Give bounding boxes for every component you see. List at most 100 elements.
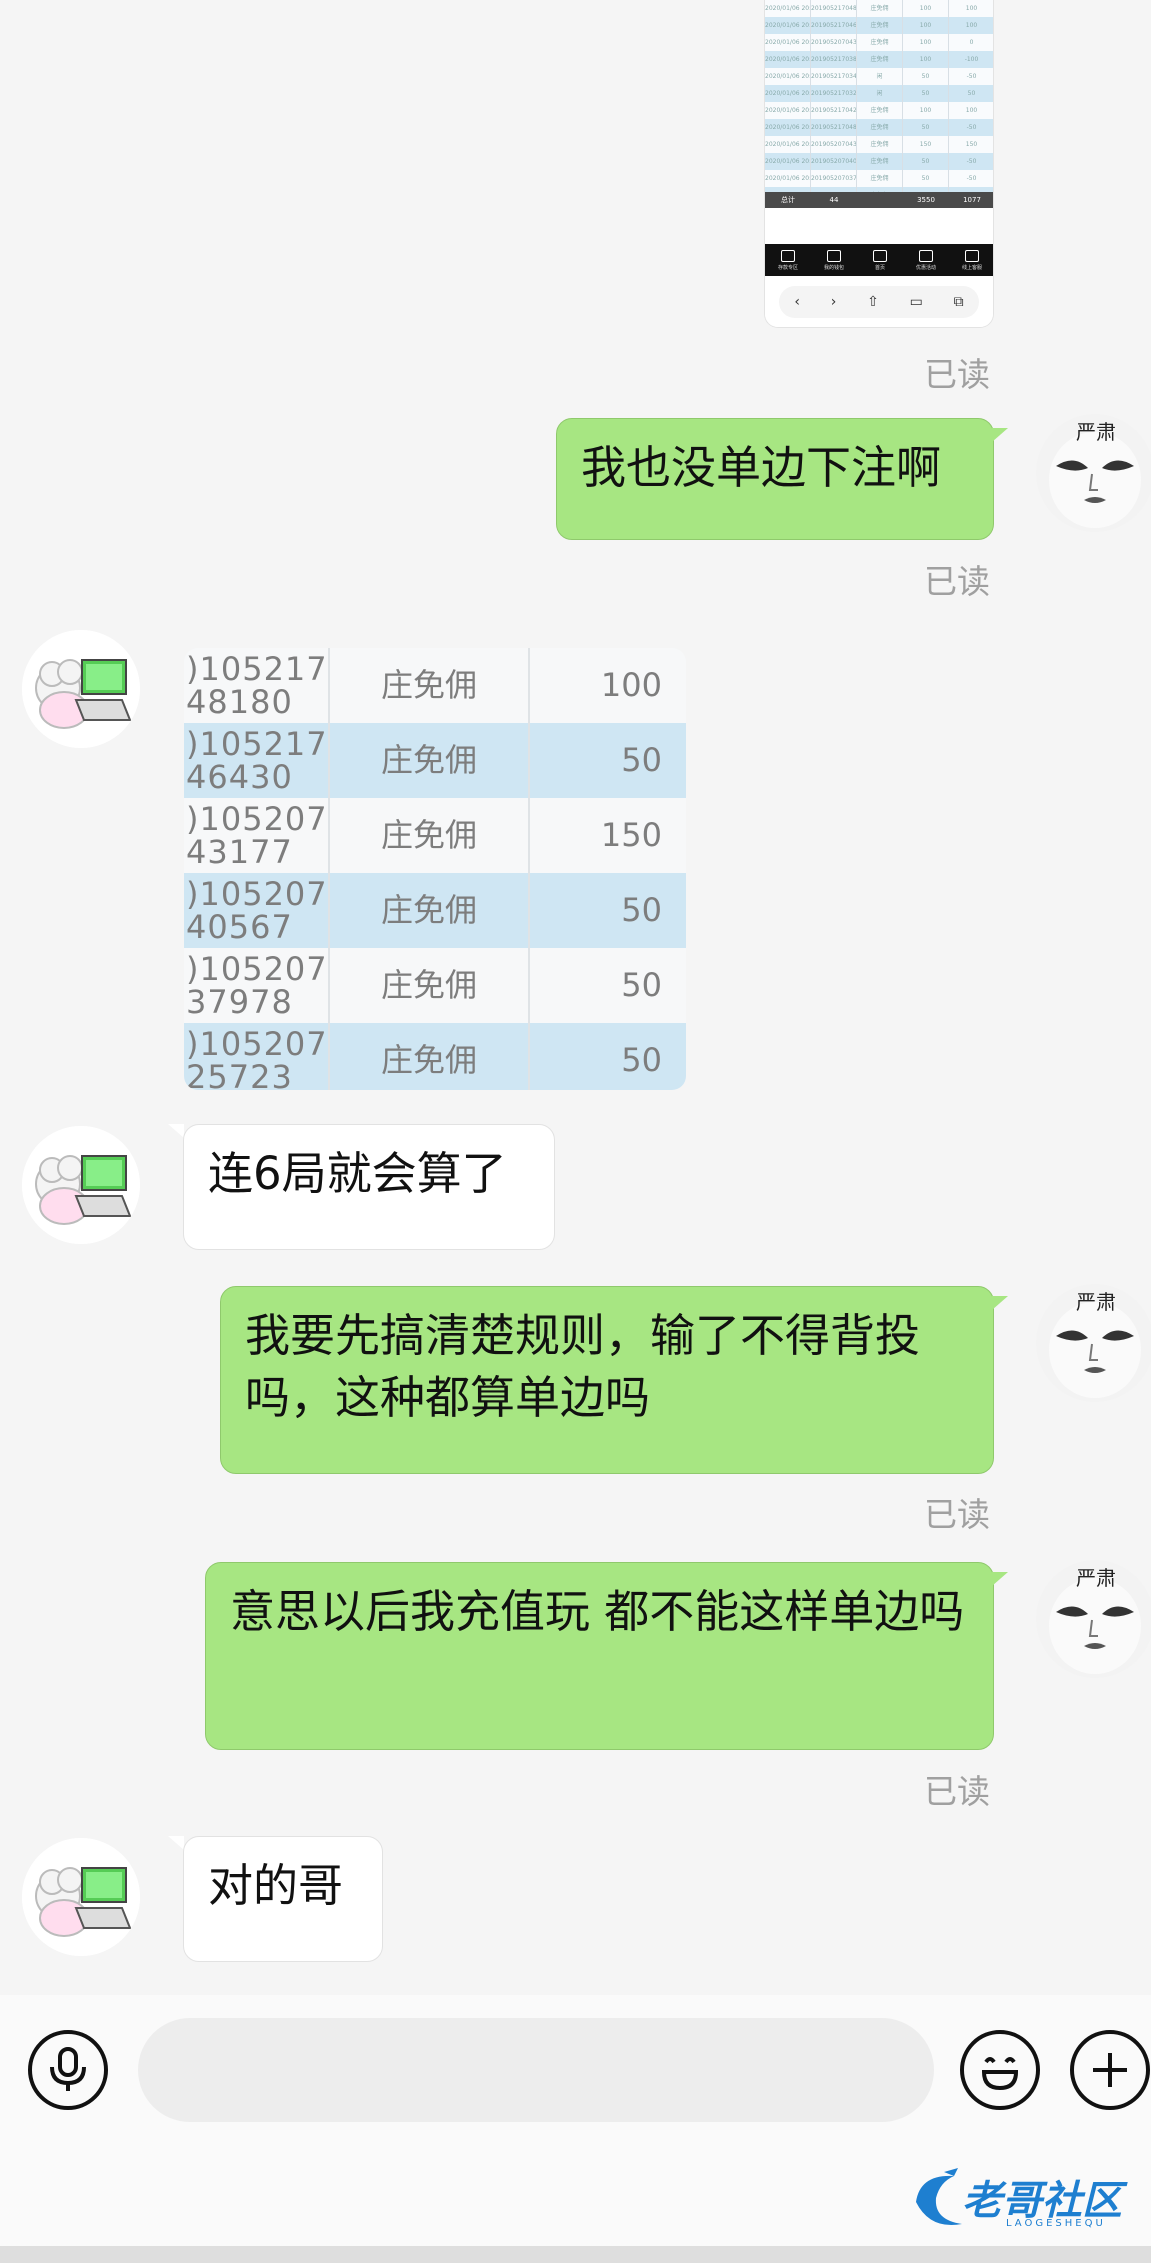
thumbnail-cell: 201905217038026 — [811, 51, 857, 68]
thumbnail-table: 2020/01/06 20:52:11201905217048180庄免佣100… — [765, 0, 993, 204]
total-cell: 总计 — [781, 196, 795, 204]
home-icon — [873, 249, 887, 262]
voice-button[interactable] — [28, 2030, 108, 2110]
thumbnail-row: 2020/01/06 20:55:27201905217048430庄免佣50-… — [765, 119, 993, 136]
thumbnail-cell: 201905207040567 — [811, 153, 857, 170]
my-avatar[interactable]: 严肃 — [1036, 1560, 1151, 1678]
image-table-cell: )1052170 48180 — [184, 648, 330, 723]
image-table-cell: 庄免佣 — [330, 948, 530, 1023]
image-table-cell: )1052070 37978 — [184, 948, 330, 1023]
thumbnail-cell: 50 — [903, 170, 949, 187]
brand-subtitle: LAOGESHEQU — [1006, 2218, 1106, 2229]
image-table-cell: 50 — [621, 966, 662, 1004]
image-table-cell: 庄免佣 — [330, 723, 530, 798]
total-cell: 44 — [829, 196, 839, 204]
thumbnail-cell: 2020/01/06 20:52:33 — [765, 17, 811, 34]
forward-icon: › — [830, 294, 837, 310]
contact-avatar[interactable] — [22, 630, 140, 748]
thumbnail-cell: 庄免佣 — [857, 0, 903, 17]
message-input[interactable] — [138, 2018, 934, 2122]
image-table-cell: )1052070 43177 — [184, 798, 330, 873]
chat-icon — [965, 249, 979, 262]
image-table-cell: 50 — [621, 1041, 662, 1079]
thumbnail-cell: -50 — [949, 119, 993, 136]
bookmarks-icon: ▭ — [909, 294, 923, 310]
nav-label: 首页 — [874, 264, 885, 271]
image-table-row: )1052070 40567庄免佣 50 — [184, 873, 686, 948]
thumbnail-cell: 0 — [949, 34, 993, 51]
thumbnail-cell: 100 — [949, 102, 993, 119]
more-button[interactable] — [1070, 2030, 1150, 2110]
my-avatar[interactable]: 严肃 — [1036, 414, 1151, 532]
thumbnail-cell: 201905217048430 — [811, 119, 857, 136]
image-table-cell: 50 — [621, 891, 662, 929]
nav-item: 优惠活动 — [903, 244, 949, 276]
image-table-cell: 庄免佣 — [330, 798, 530, 873]
read-receipt: 已读 — [924, 1495, 990, 1534]
thumbnail-total-row: 总计 44 3550 1077 — [765, 192, 993, 208]
contact-avatar[interactable] — [22, 1838, 140, 1956]
contact-avatar[interactable] — [22, 1126, 140, 1244]
nav-item: 首页 — [857, 244, 903, 276]
thumbnail-cell: 2020/01/06 20:52:23 — [765, 51, 811, 68]
thumbnail-cell: 2020/01/06 20:56:23 — [765, 153, 811, 170]
thumbnail-cell: 201905207043177 — [811, 136, 857, 153]
thumbnail-cell: 2020/01/06 20:52:57 — [765, 34, 811, 51]
read-receipt: 已读 — [924, 355, 990, 394]
thumbnail-cell: -50 — [949, 170, 993, 187]
image-table-cell: )1052170 46430 — [184, 723, 330, 798]
emoji-button[interactable] — [960, 2030, 1040, 2110]
sheep-avatar-icon — [22, 630, 140, 748]
screenshot-thumbnail[interactable]: 2020/01/06 20:52:11201905217048180庄免佣100… — [764, 0, 994, 328]
thumbnail-cell: 150 — [903, 136, 949, 153]
thumbnail-row: 2020/01/06 20:56:22201905207037978庄免佣50-… — [765, 170, 993, 187]
thumbnail-cell: 庄免佣 — [857, 34, 903, 51]
thumbnail-cell: 庄免佣 — [857, 170, 903, 187]
bubble-tail — [992, 1572, 1008, 1586]
thumbnail-cell: 50 — [903, 68, 949, 85]
thumbnail-cell: 100 — [903, 51, 949, 68]
bubble-tail — [992, 1296, 1008, 1310]
thumbnail-cell: 庄免佣 — [857, 51, 903, 68]
thumbnail-row: 2020/01/06 20:55:43201905207043177庄免佣150… — [765, 136, 993, 153]
image-message[interactable]: )1052170 48180庄免佣100)1052170 46430庄免佣50)… — [184, 648, 686, 1090]
thumbnail-row: 2020/01/06 20:56:23201905207040567庄免佣50-… — [765, 153, 993, 170]
thumbnail-cell: 100 — [949, 17, 993, 34]
thumbnail-row: 2020/01/06 20:53:12201905217032708闲5050 — [765, 85, 993, 102]
thumbnail-cell: 2020/01/06 20:52:11 — [765, 0, 811, 17]
gift-icon — [919, 249, 933, 262]
thumbnail-cell: 庄免佣 — [857, 102, 903, 119]
plus-icon — [1093, 2053, 1127, 2087]
thumbnail-cell: 闲 — [857, 85, 903, 102]
thumbnail-cell: 100 — [903, 17, 949, 34]
thumbnail-row: 2020/01/06 20:52:33201905217046430庄免佣100… — [765, 17, 993, 34]
browser-controls: ‹ › ⇧ ▭ ⧉ — [779, 286, 979, 318]
thumbnail-cell: 201905217042110 — [811, 102, 857, 119]
brand-watermark: 老哥社区 LAOGESHEQU — [910, 2164, 1140, 2234]
thumbnail-row: 2020/01/06 20:52:11201905217048180庄免佣100… — [765, 0, 993, 17]
thumbnail-cell: -50 — [949, 153, 993, 170]
image-table-cell: )1052070 25723 — [184, 1023, 330, 1090]
thumbnail-cell: -100 — [949, 51, 993, 68]
bottom-strip — [0, 2246, 1151, 2263]
my-message[interactable]: 我也没单边下注啊 — [556, 418, 994, 540]
avatar-caption: 严肃 — [1076, 1290, 1116, 1314]
contact-message[interactable]: 对的哥 — [183, 1836, 383, 1962]
sheep-avatar-icon — [22, 1838, 140, 1956]
image-table-row: )1052170 46430庄免佣 50 — [184, 723, 686, 798]
read-receipt: 已读 — [924, 562, 990, 601]
my-avatar[interactable]: 严肃 — [1036, 1284, 1151, 1402]
my-message[interactable]: 意思以后我充值玩 都不能这样单边吗 — [205, 1562, 994, 1750]
thumbnail-cell: 201905217032708 — [811, 85, 857, 102]
read-receipt: 已读 — [924, 1772, 990, 1811]
my-message[interactable]: 我要先搞清楚规则，输了不得背投吗，这种都算单边吗 — [220, 1286, 994, 1474]
thumbnail-cell: 2020/01/06 20:54:41 — [765, 102, 811, 119]
thumbnail-cell: 2020/01/06 20:53:19 — [765, 68, 811, 85]
contact-message[interactable]: 连6局就会算了 — [183, 1124, 555, 1250]
emoji-icon — [981, 2057, 1019, 2091]
image-table-cell: 庄免佣 — [330, 648, 530, 723]
thumbnail-cell: 100 — [903, 102, 949, 119]
thumbnail-cell: 2020/01/06 20:53:12 — [765, 85, 811, 102]
thumbnail-cell: 2020/01/06 20:56:22 — [765, 170, 811, 187]
total-cell — [857, 192, 903, 208]
